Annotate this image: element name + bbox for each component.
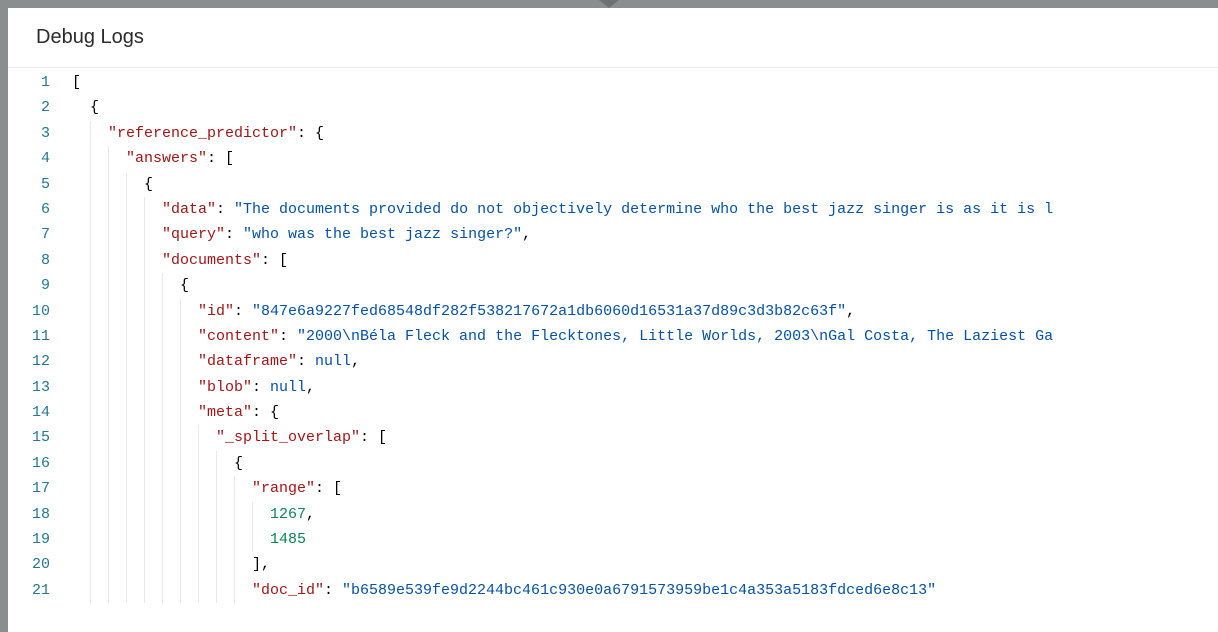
token: { (144, 176, 153, 193)
line-number: 4 (8, 146, 72, 171)
line-number: 18 (8, 502, 72, 527)
token: "meta" (198, 404, 252, 421)
code-line[interactable]: "reference_predictor": { (72, 121, 1218, 146)
token: [ (72, 74, 81, 91)
debug-logs-panel: Debug Logs 12345678910111213141516171819… (8, 8, 1218, 632)
token: "query" (162, 226, 225, 243)
token: , (351, 353, 360, 370)
line-number: 5 (8, 172, 72, 197)
panel-title: Debug Logs (8, 8, 1218, 68)
token: , (306, 506, 315, 523)
code-line[interactable]: "answers": [ (72, 146, 1218, 171)
code-line[interactable]: { (72, 451, 1218, 476)
token: : [ (207, 150, 234, 167)
token: "range" (252, 480, 315, 497)
token: "dataframe" (198, 353, 297, 370)
line-number: 19 (8, 527, 72, 552)
code-line[interactable]: "doc_id": "b6589e539fe9d2244bc461c930e0a… (72, 578, 1218, 603)
token: : { (297, 125, 324, 142)
line-number: 6 (8, 197, 72, 222)
line-number: 1 (8, 70, 72, 95)
token: : (324, 582, 342, 599)
code-line[interactable]: 1267, (72, 502, 1218, 527)
token: "content" (198, 328, 279, 345)
token: "id" (198, 303, 234, 320)
line-number: 8 (8, 248, 72, 273)
drag-handle-icon[interactable] (599, 0, 619, 8)
token: 1485 (270, 531, 306, 548)
line-number: 3 (8, 121, 72, 146)
code-line[interactable]: "meta": { (72, 400, 1218, 425)
code-line[interactable]: 1485 (72, 527, 1218, 552)
json-editor[interactable]: 123456789101112131415161718192021 [{"ref… (8, 68, 1218, 632)
code-line[interactable]: "range": [ (72, 476, 1218, 501)
code-line[interactable]: "_split_overlap": [ (72, 425, 1218, 450)
token: , (306, 379, 315, 396)
token: : (225, 226, 243, 243)
token: "blob" (198, 379, 252, 396)
token: null (315, 353, 351, 370)
token: { (180, 277, 189, 294)
line-number: 14 (8, 400, 72, 425)
code-line[interactable]: { (72, 273, 1218, 298)
token: : { (252, 404, 279, 421)
line-number: 7 (8, 222, 72, 247)
token: "who was the best jazz singer?" (243, 226, 522, 243)
token: "The documents provided do not objective… (234, 201, 1053, 218)
token: 1267 (270, 506, 306, 523)
line-number: 20 (8, 552, 72, 577)
code-line[interactable]: "blob": null, (72, 375, 1218, 400)
token: "847e6a9227fed68548df282f538217672a1db60… (252, 303, 846, 320)
token: "data" (162, 201, 216, 218)
token: "doc_id" (252, 582, 324, 599)
code-line[interactable]: "dataframe": null, (72, 349, 1218, 374)
line-number-gutter: 123456789101112131415161718192021 (8, 68, 72, 632)
code-line[interactable]: { (72, 172, 1218, 197)
code-line[interactable]: [ (72, 70, 1218, 95)
token: ], (252, 556, 270, 573)
line-number: 2 (8, 95, 72, 120)
code-line[interactable]: "data": "The documents provided do not o… (72, 197, 1218, 222)
line-number: 21 (8, 578, 72, 603)
code-line[interactable]: "documents": [ (72, 248, 1218, 273)
line-number: 15 (8, 425, 72, 450)
token: "_split_overlap" (216, 429, 360, 446)
line-number: 11 (8, 324, 72, 349)
token: : (279, 328, 297, 345)
code-line[interactable]: "id": "847e6a9227fed68548df282f538217672… (72, 299, 1218, 324)
token: null (270, 379, 306, 396)
token: , (846, 303, 855, 320)
code-line[interactable]: "query": "who was the best jazz singer?"… (72, 222, 1218, 247)
token: "2000\nBéla Fleck and the Flecktones, Li… (297, 328, 1053, 345)
code-content[interactable]: [{"reference_predictor": {"answers": [{"… (72, 68, 1218, 632)
token: : (216, 201, 234, 218)
token: : (252, 379, 270, 396)
line-number: 16 (8, 451, 72, 476)
line-number: 10 (8, 299, 72, 324)
token: : (297, 353, 315, 370)
line-number: 9 (8, 273, 72, 298)
line-number: 12 (8, 349, 72, 374)
code-line[interactable]: ], (72, 552, 1218, 577)
token: , (522, 226, 531, 243)
token: "documents" (162, 252, 261, 269)
token: { (90, 99, 99, 116)
token: "answers" (126, 150, 207, 167)
code-line[interactable]: { (72, 95, 1218, 120)
token: "reference_predictor" (108, 125, 297, 142)
token: : (234, 303, 252, 320)
line-number: 17 (8, 476, 72, 501)
code-line[interactable]: "content": "2000\nBéla Fleck and the Fle… (72, 324, 1218, 349)
line-number: 13 (8, 375, 72, 400)
token: "b6589e539fe9d2244bc461c930e0a6791573959… (342, 582, 936, 599)
token: : [ (315, 480, 342, 497)
token: { (234, 455, 243, 472)
token: : [ (261, 252, 288, 269)
token: : [ (360, 429, 387, 446)
